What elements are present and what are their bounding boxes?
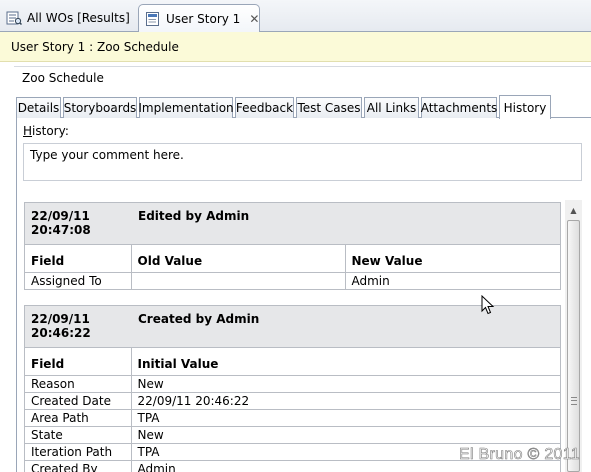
document-tab-bar: All WOs [Results] User Story 1 ✕: [0, 0, 591, 33]
user-story-icon: [145, 11, 161, 27]
doc-tab-user-story[interactable]: User Story 1 ✕: [138, 4, 260, 33]
history-label-accesskey: H: [23, 124, 33, 138]
field-name: Iteration Path: [25, 442, 132, 461]
close-icon[interactable]: ✕: [249, 12, 259, 26]
history-entry-header: 22/09/11 20:46:22 Created by Admin: [25, 306, 560, 348]
history-label-text: istory:: [32, 124, 69, 138]
doc-tab-all-wos[interactable]: All WOs [Results]: [0, 4, 134, 32]
entry-time: 20:47:08: [31, 223, 91, 237]
tab-details-label: Details: [17, 101, 60, 115]
tab-storyboards-label: Storyboards: [63, 101, 137, 115]
title-field[interactable]: [14, 67, 591, 88]
table-row: Reason New: [25, 374, 560, 393]
tab-feedback-label: Feedback: [235, 101, 294, 115]
table-row: Assigned To Admin: [25, 271, 560, 289]
column-header: New Value: [344, 245, 560, 273]
history-label: History:: [23, 124, 69, 138]
tab-implementation-label: Implementation: [138, 101, 234, 115]
history-entry-title: Created by Admin: [138, 312, 260, 326]
comment-input[interactable]: Type your comment here.: [23, 143, 582, 181]
history-entries: 22/09/11 20:47:08 Edited by Admin Field …: [24, 202, 561, 472]
entry-date: 22/09/11: [31, 209, 90, 223]
history-entry-date: 22/09/11 20:46:22: [31, 312, 121, 340]
new-value: Admin: [344, 271, 560, 289]
table-header-row: Field Old Value New Value: [25, 245, 560, 273]
field-name: Assigned To: [25, 271, 132, 289]
initial-value: 22/09/11 20:46:22: [130, 391, 560, 410]
table-row: State New: [25, 425, 560, 444]
work-item-header-text: User Story 1 : Zoo Schedule: [11, 39, 179, 54]
tab-details[interactable]: Details: [16, 97, 61, 118]
tab-attachments[interactable]: Attachments: [421, 97, 497, 118]
work-item-header: User Story 1 : Zoo Schedule: [0, 32, 591, 62]
column-header: Old Value: [130, 245, 346, 273]
vertical-scrollbar[interactable]: ▲: [565, 200, 582, 472]
entry-time: 20:46:22: [31, 326, 91, 340]
app-window: All WOs [Results] User Story 1 ✕ User St…: [0, 0, 591, 472]
entry-date: 22/09/11: [31, 312, 90, 326]
scroll-up-arrow-icon[interactable]: ▲: [565, 202, 582, 218]
mouse-pointer-icon: [481, 295, 495, 315]
field-name: Area Path: [25, 408, 132, 427]
old-value: [130, 271, 346, 289]
form-tab-strip: Details Storyboards Implementation Feedb…: [16, 95, 591, 119]
column-header: Field: [25, 348, 132, 376]
field-name: Created By: [25, 459, 132, 472]
history-entry-date: 22/09/11 20:47:08: [31, 209, 121, 237]
watermark: El Bruno © 2011: [459, 446, 580, 464]
tab-implementation[interactable]: Implementation: [138, 97, 234, 118]
tab-storyboards[interactable]: Storyboards: [63, 97, 137, 118]
tab-feedback[interactable]: Feedback: [235, 97, 294, 118]
grip-icon: [571, 397, 577, 405]
field-name: State: [25, 425, 132, 444]
column-header: Initial Value: [130, 348, 560, 376]
scrollbar-thumb[interactable]: [567, 220, 580, 472]
title-field-wrap: [14, 66, 591, 88]
table-header-row: Field Initial Value: [25, 348, 560, 376]
doc-tab-all-wos-label: All WOs [Results]: [27, 11, 130, 25]
doc-tab-user-story-label: User Story 1: [166, 11, 241, 26]
history-entry-header: 22/09/11 20:47:08 Edited by Admin: [25, 203, 560, 245]
initial-value: New: [130, 374, 560, 393]
table-row: Area Path TPA: [25, 408, 560, 427]
tab-all-links-label: All Links: [366, 101, 417, 115]
tab-attachments-label: Attachments: [420, 101, 498, 115]
history-panel: History: Type your comment here. 22/09/1…: [16, 118, 591, 472]
history-entry: 22/09/11 20:47:08 Edited by Admin Field …: [24, 202, 561, 290]
tab-all-links[interactable]: All Links: [364, 97, 419, 118]
table-row: Created Date 22/09/11 20:46:22: [25, 391, 560, 410]
tab-test-cases[interactable]: Test Cases: [296, 97, 362, 118]
tab-test-cases-label: Test Cases: [297, 101, 361, 115]
comment-placeholder: Type your comment here.: [30, 148, 184, 162]
tab-history-label: History: [503, 100, 547, 115]
field-name: Created Date: [25, 391, 132, 410]
initial-value: New: [130, 425, 560, 444]
field-name: Reason: [25, 374, 132, 393]
initial-value: TPA: [130, 408, 560, 427]
history-change-table: Field Old Value New Value Assigned To Ad…: [25, 245, 560, 289]
column-header: Field: [25, 245, 132, 273]
history-entry-title: Edited by Admin: [138, 209, 250, 223]
tab-history[interactable]: History: [499, 95, 551, 119]
results-query-icon: [6, 10, 23, 26]
